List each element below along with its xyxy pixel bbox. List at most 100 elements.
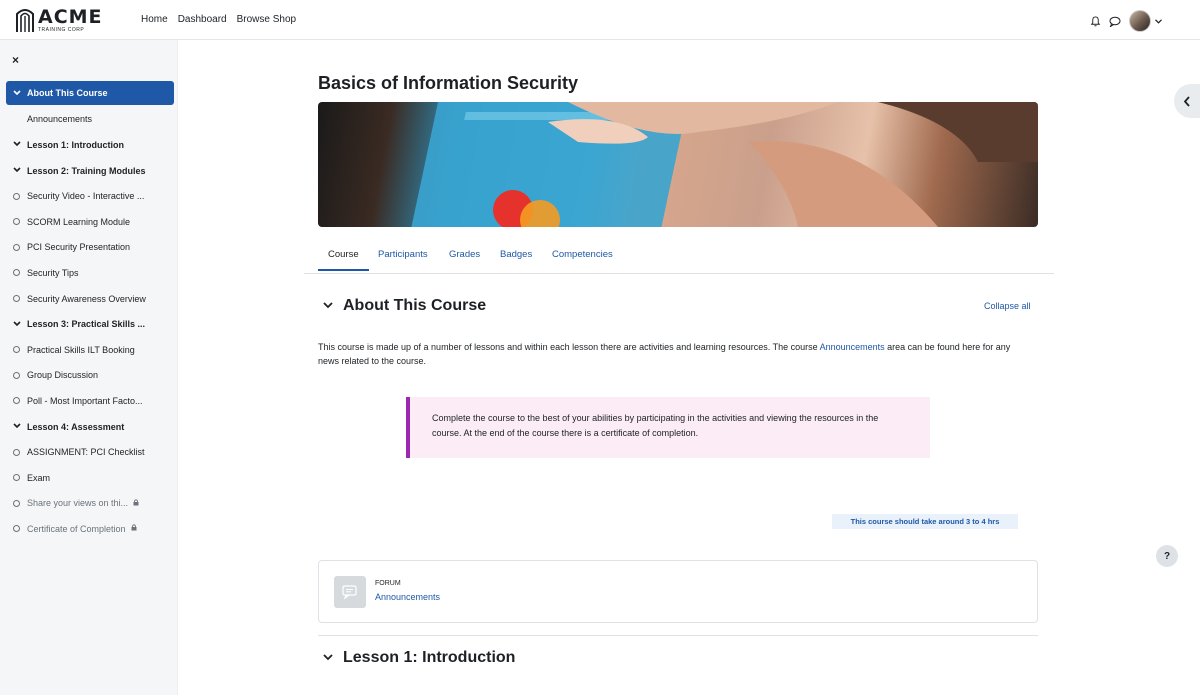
logo-mark-icon [15,8,35,33]
sidebar-item-announcements[interactable]: Announcements [6,107,174,133]
sidebar-item-lesson-4-assessment[interactable]: Lesson 4: Assessment [6,414,174,440]
sidebar-item-label: ASSIGNMENT: PCI Checklist [27,447,145,458]
sidebar-item-share-your-views-on-thi[interactable]: Share your views on thi... [6,491,174,517]
completion-circle-icon [13,397,20,405]
section-header-lesson-1[interactable]: Lesson 1: Introduction [323,649,515,667]
section-divider [318,635,1038,636]
brand-logo[interactable]: ACME TRAINING CORP [15,8,103,33]
chevron-down-icon[interactable] [323,301,333,312]
collapse-all-link[interactable]: Collapse all [984,301,1031,311]
lock-icon [133,499,139,508]
completion-circle-icon [13,192,20,200]
section-title: Lesson 1: Introduction [343,649,516,666]
completion-circle-icon [13,371,20,379]
sidebar-item-security-tips[interactable]: Security Tips [6,260,174,286]
sidebar-item-certificate-of-completion[interactable]: Certificate of Completion [6,516,174,542]
chat-bubble-icon[interactable] [1109,15,1121,27]
sidebar-item-exam[interactable]: Exam [6,465,174,491]
sidebar-item-label: Lesson 2: Training Modules [27,165,146,176]
section-header-about[interactable]: About This Course [323,297,486,315]
lock-icon [131,524,137,533]
sidebar-item-label: Security Video - Interactive ... [27,191,145,202]
completion-circle-icon [13,499,20,507]
sidebar-item-practical-skills-ilt-booking[interactable]: Practical Skills ILT Booking [6,337,174,363]
nav-link-dashboard[interactable]: Dashboard [178,14,227,25]
sidebar-item-scorm-learning-module[interactable]: SCORM Learning Module [6,209,174,235]
sidebar-item-lesson-3-practical-skills[interactable]: Lesson 3: Practical Skills ... [6,311,174,337]
sidebar-item-label: SCORM Learning Module [27,216,131,227]
brand-tagline: TRAINING CORP [38,27,85,33]
question-icon[interactable]: ? [1156,545,1178,567]
tab-badges[interactable]: Badges [500,249,532,260]
nav-link-browse-shop[interactable]: Browse Shop [237,14,296,25]
course-tabs: Course Participants Grades Badges Compet… [304,240,1054,274]
sidebar-item-label: Lesson 4: Assessment [27,421,125,432]
sidebar-item-label: Exam [27,472,51,483]
sidebar-item-label: Lesson 1: Introduction [27,139,125,150]
chevron-down-icon[interactable] [13,166,22,175]
sidebar-item-pci-security-presentation[interactable]: PCI Security Presentation [6,235,174,261]
announcements-link[interactable]: Announcements [820,342,885,352]
sidebar-item-label: Group Discussion [27,370,99,381]
tab-course[interactable]: Course [318,249,369,271]
sidebar-item-poll-most-important-facto[interactable]: Poll - Most Important Facto... [6,388,174,414]
completion-circle-icon [13,448,20,456]
activity-type-label: FORUM [375,580,401,587]
bell-icon[interactable] [1089,15,1101,27]
info-callout: Complete the course to the best of your … [406,397,930,458]
sidebar-item-label: Security Awareness Overview [27,293,146,304]
completion-circle-icon [13,218,20,226]
completion-circle-icon [13,295,20,303]
tab-participants[interactable]: Participants [378,249,428,260]
section-description: This course is made up of a number of le… [318,340,1018,368]
completion-circle-icon [13,474,20,482]
completion-circle-icon [13,243,20,251]
sidebar-item-label: About This Course [27,88,108,98]
nav-link-home[interactable]: Home [141,14,168,25]
completion-circle-icon [13,346,20,354]
chevron-down-icon[interactable] [13,89,22,98]
sidebar-item-label: Poll - Most Important Facto... [27,395,143,406]
sidebar-item-assignment-pci-checklist[interactable]: ASSIGNMENT: PCI Checklist [6,439,174,465]
tab-grades[interactable]: Grades [449,249,480,260]
sidebar-item-label: Announcements [27,114,93,125]
course-index-sidebar: × About This Course Announcements Lesson 1… [0,40,178,695]
sidebar-item-lesson-1-introduction[interactable]: Lesson 1: Introduction [6,132,174,158]
completion-circle-icon [13,525,20,533]
sidebar-item-label: Share your views on thi... [27,498,129,509]
brand-name: ACME [38,6,103,28]
chevron-down-icon[interactable] [1154,15,1162,27]
chevron-down-icon[interactable] [323,653,333,664]
course-banner-image [318,102,1038,227]
top-navbar: ACME TRAINING CORP Home Dashboard Browse… [0,0,1200,40]
activity-forum-card[interactable]: FORUM Announcements [318,560,1038,623]
duration-badge: This course should take around 3 to 4 hr… [832,514,1018,529]
sidebar-item-about-this-course[interactable]: About This Course [6,81,174,105]
chevron-down-icon[interactable] [13,140,22,149]
sidebar-item-group-discussion[interactable]: Group Discussion [6,363,174,389]
sidebar-item-security-video-interactive[interactable]: Security Video - Interactive ... [6,183,174,209]
page-title: Basics of Information Security [318,73,579,93]
description-text: This course is made up of a number of le… [318,342,820,352]
sidebar-item-label: Practical Skills ILT Booking [27,344,135,355]
chevron-down-icon[interactable] [13,320,22,329]
forum-icon [334,576,366,608]
sidebar-item-security-awareness-overview[interactable]: Security Awareness Overview [6,286,174,312]
primary-nav: Home Dashboard Browse Shop [141,14,296,25]
sidebar-item-label: Certificate of Completion [27,523,126,534]
sidebar-item-lesson-2-training-modules[interactable]: Lesson 2: Training Modules [6,158,174,184]
chevron-down-icon[interactable] [13,422,22,431]
close-icon[interactable]: × [12,53,19,67]
chevron-left-icon[interactable] [1174,84,1200,118]
user-tools [1089,10,1162,32]
sidebar-item-label: PCI Security Presentation [27,242,131,253]
tab-competencies[interactable]: Competencies [552,249,613,260]
section-title: About This Course [343,297,487,314]
course-index-list: About This Course Announcements Lesson 1: … [6,81,174,542]
sidebar-item-label: Lesson 3: Practical Skills ... [27,319,146,330]
activity-name-link[interactable]: Announcements [375,592,440,602]
main-content: Basics of Information Security Course Pa… [178,40,1200,695]
sidebar-item-label: Security Tips [27,267,79,278]
avatar[interactable] [1129,10,1151,32]
completion-circle-icon [13,269,20,277]
